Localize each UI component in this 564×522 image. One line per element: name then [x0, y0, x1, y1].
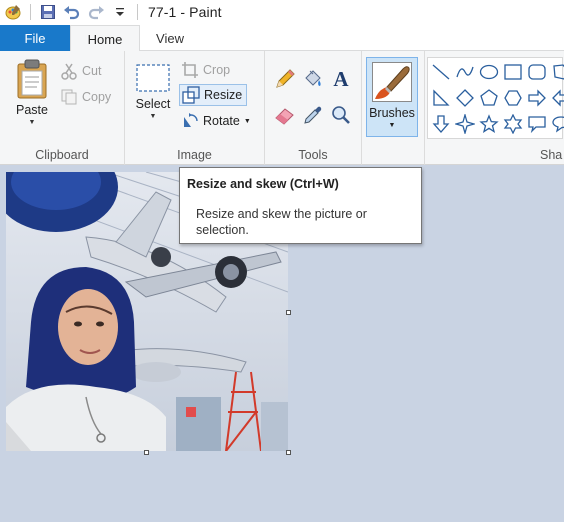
paint-window: 77-1 - Paint File Home View Paste ▼ Cut …	[0, 0, 564, 522]
rotate-button[interactable]: Rotate ▼	[181, 110, 251, 132]
tooltip-body: Resize and skew the picture or selection…	[196, 207, 367, 237]
paste-button[interactable]: Paste ▼	[10, 59, 54, 126]
select-button[interactable]: Select ▼	[133, 63, 173, 120]
redo-icon[interactable]	[85, 1, 107, 23]
save-icon[interactable]	[37, 1, 59, 23]
copy-label: Copy	[82, 90, 112, 104]
hexagon-shape-icon[interactable]	[501, 85, 525, 111]
resize-tooltip: Resize and skew (Ctrl+W) Resize and skew…	[179, 167, 422, 244]
pencil-icon[interactable]	[273, 67, 297, 91]
copy-button[interactable]: Copy	[60, 86, 111, 108]
shapes-grid	[429, 59, 564, 137]
triangle-shape-icon[interactable]	[429, 85, 453, 111]
clipboard-group: Paste ▼ Cut Copy Clipboard	[0, 51, 125, 165]
chevron-down-icon: ▼	[243, 117, 251, 125]
brush-preview	[372, 62, 412, 102]
undo-icon[interactable]	[61, 1, 83, 23]
rotate-icon	[184, 113, 198, 127]
tab-view[interactable]: View	[140, 25, 200, 51]
resize-handle-corner[interactable]	[286, 450, 291, 455]
resize-button[interactable]: Resize	[179, 84, 248, 106]
cut-label: Cut	[82, 64, 102, 78]
right-arrow-shape-icon[interactable]	[525, 85, 549, 111]
polygon-shape-icon[interactable]	[549, 59, 564, 85]
color-picker-icon[interactable]	[301, 103, 325, 127]
scissors-icon	[61, 63, 77, 80]
crop-label: Crop	[203, 63, 231, 77]
chevron-down-icon: ▼	[149, 113, 157, 120]
tab-file[interactable]: File	[0, 25, 70, 51]
rounded-rectangle-shape-icon[interactable]	[525, 59, 549, 85]
left-arrow-shape-icon[interactable]	[549, 85, 564, 111]
oval-shape-icon[interactable]	[477, 59, 501, 85]
text-icon[interactable]: A	[329, 67, 353, 91]
image-group: Select ▼ Crop Resize Rotate ▼ Image	[125, 51, 265, 165]
resize-label: Resize	[204, 88, 243, 102]
paste-icon	[17, 59, 47, 99]
fill-bucket-icon[interactable]	[301, 67, 325, 91]
cut-button[interactable]: Cut	[60, 60, 101, 82]
tools-group-label: Tools	[298, 148, 328, 162]
chevron-down-icon: ▼	[28, 119, 36, 126]
toolbar-separator	[137, 4, 138, 20]
pentagon-shape-icon[interactable]	[477, 85, 501, 111]
six-point-star-shape-icon[interactable]	[501, 111, 525, 137]
diamond-shape-icon[interactable]	[453, 85, 477, 111]
ribbon: Paste ▼ Cut Copy Clipboard Select ▼ Crop…	[0, 51, 564, 165]
clipboard-group-label: Clipboard	[35, 148, 89, 162]
callout-shape-icon[interactable]	[525, 111, 549, 137]
quick-access-toolbar	[0, 0, 142, 24]
tab-home[interactable]: Home	[70, 25, 140, 52]
oval-callout-shape-icon[interactable]	[549, 111, 564, 137]
five-point-star-shape-icon[interactable]	[477, 111, 501, 137]
tooltip-title: Resize and skew (Ctrl+W)	[187, 177, 339, 191]
copy-icon	[61, 89, 77, 105]
shapes-group: Sha	[425, 51, 564, 165]
line-shape-icon[interactable]	[429, 59, 453, 85]
rectangle-shape-icon[interactable]	[501, 59, 525, 85]
curve-shape-icon[interactable]	[453, 59, 477, 85]
toolbar-separator	[30, 4, 31, 20]
shapes-group-label: Sha	[540, 148, 563, 162]
brushes-button[interactable]: Brushes ▼	[366, 57, 418, 137]
resize-icon	[182, 86, 200, 104]
eraser-icon[interactable]	[273, 103, 297, 127]
image-group-label: Image	[177, 148, 212, 162]
window-title: 77-1 - Paint	[148, 4, 222, 20]
crop-icon	[182, 62, 198, 78]
svg-text:A: A	[333, 68, 349, 90]
paintbrush-icon	[375, 66, 410, 99]
four-point-star-shape-icon[interactable]	[453, 111, 477, 137]
chevron-down-icon: ▼	[388, 122, 396, 129]
paste-label: Paste	[16, 103, 48, 117]
resize-handle-right[interactable]	[286, 310, 291, 315]
resize-handle-bottom[interactable]	[144, 450, 149, 455]
brushes-group: Brushes ▼	[362, 51, 425, 165]
paint-app-icon[interactable]	[2, 1, 24, 23]
customize-dropdown-icon[interactable]	[109, 1, 131, 23]
rotate-label: Rotate	[203, 114, 240, 128]
magnifier-icon[interactable]	[329, 103, 353, 127]
title-bar: 77-1 - Paint	[0, 0, 564, 24]
down-arrow-shape-icon[interactable]	[429, 111, 453, 137]
select-icon	[136, 64, 170, 92]
crop-button[interactable]: Crop	[181, 59, 230, 81]
tools-group: A Tools	[265, 51, 362, 165]
brushes-label: Brushes	[369, 106, 415, 120]
select-label: Select	[135, 97, 171, 111]
ribbon-tabs: File Home View	[0, 24, 564, 52]
